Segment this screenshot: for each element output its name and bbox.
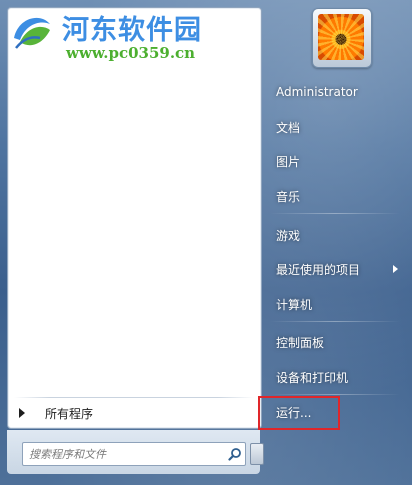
user-avatar[interactable]	[318, 14, 364, 60]
menu-item-music[interactable]: 音乐	[268, 182, 404, 210]
menu-item-label: 文档	[276, 120, 301, 135]
menu-item-label: 游戏	[276, 228, 301, 243]
search-box[interactable]	[22, 442, 246, 466]
menu-item-control-panel[interactable]: 控制面板	[268, 328, 404, 356]
watermark: 河东软件园 www.pc0359.cn	[0, 0, 240, 78]
all-programs-button[interactable]: 所有程序	[7, 399, 260, 427]
menu-item-label: 设备和打印机	[276, 370, 349, 385]
menu-item-administrator[interactable]: Administrator	[268, 78, 404, 106]
highlight-annotation-box	[258, 396, 340, 430]
menu-item-label: 计算机	[276, 297, 313, 312]
watermark-logo-icon	[10, 12, 52, 54]
search-icon[interactable]	[225, 444, 245, 464]
watermark-url: www.pc0359.cn	[66, 44, 196, 62]
search-input[interactable]	[23, 444, 225, 464]
shutdown-button[interactable]	[250, 443, 264, 465]
menu-item-label: 图片	[276, 154, 301, 169]
menu-item-devices-printers[interactable]: 设备和打印机	[268, 363, 404, 391]
separator	[270, 213, 400, 214]
separator	[270, 394, 400, 395]
menu-item-computer[interactable]: 计算机	[268, 290, 404, 318]
menu-item-pictures[interactable]: 图片	[268, 147, 404, 175]
separator	[270, 321, 400, 322]
menu-item-label: 音乐	[276, 189, 301, 204]
chevron-right-icon	[393, 265, 398, 273]
triangle-right-icon	[19, 408, 25, 418]
menu-item-recent-items[interactable]: 最近使用的项目	[268, 255, 404, 283]
menu-item-label: Administrator	[276, 85, 358, 99]
menu-item-label: 最近使用的项目	[276, 262, 361, 277]
menu-item-games[interactable]: 游戏	[268, 221, 404, 249]
programs-divider	[14, 397, 254, 398]
menu-item-label: 控制面板	[276, 335, 325, 350]
watermark-title: 河东软件园	[62, 15, 202, 46]
all-programs-label: 所有程序	[45, 406, 94, 421]
menu-item-documents[interactable]: 文档	[268, 113, 404, 141]
